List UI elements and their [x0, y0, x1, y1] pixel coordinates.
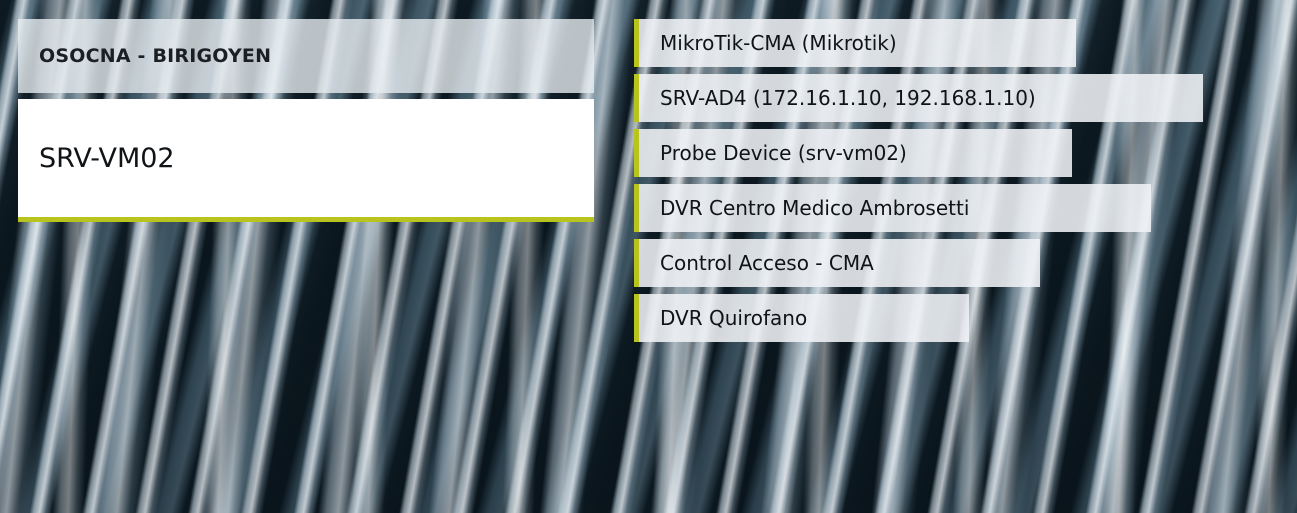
list-item-label: Control Acceso - CMA [660, 251, 874, 275]
list-item[interactable]: Probe Device (srv-vm02) [634, 129, 1072, 177]
list-item-label: SRV-AD4 (172.16.1.10, 192.168.1.10) [660, 86, 1036, 110]
list-item[interactable]: SRV-AD4 (172.16.1.10, 192.168.1.10) [634, 74, 1203, 122]
list-item-label: DVR Centro Medico Ambrosetti [660, 196, 970, 220]
list-item-label: DVR Quirofano [660, 306, 808, 330]
list-item-label: Probe Device (srv-vm02) [660, 141, 907, 165]
device-name: SRV-VM02 [39, 142, 175, 174]
list-item[interactable]: DVR Centro Medico Ambrosetti [634, 184, 1151, 232]
group-header: OSOCNA - BIRIGOYEN [18, 19, 594, 93]
list-item[interactable]: DVR Quirofano [634, 294, 969, 342]
list-item[interactable]: MikroTik-CMA (Mikrotik) [634, 19, 1076, 67]
list-item-label: MikroTik-CMA (Mikrotik) [660, 31, 897, 55]
device-card[interactable]: SRV-VM02 [18, 99, 594, 222]
list-item[interactable]: Control Acceso - CMA [634, 239, 1040, 287]
group-title: OSOCNA - BIRIGOYEN [39, 45, 272, 67]
dependency-list: MikroTik-CMA (Mikrotik) SRV-AD4 (172.16.… [634, 19, 1203, 349]
